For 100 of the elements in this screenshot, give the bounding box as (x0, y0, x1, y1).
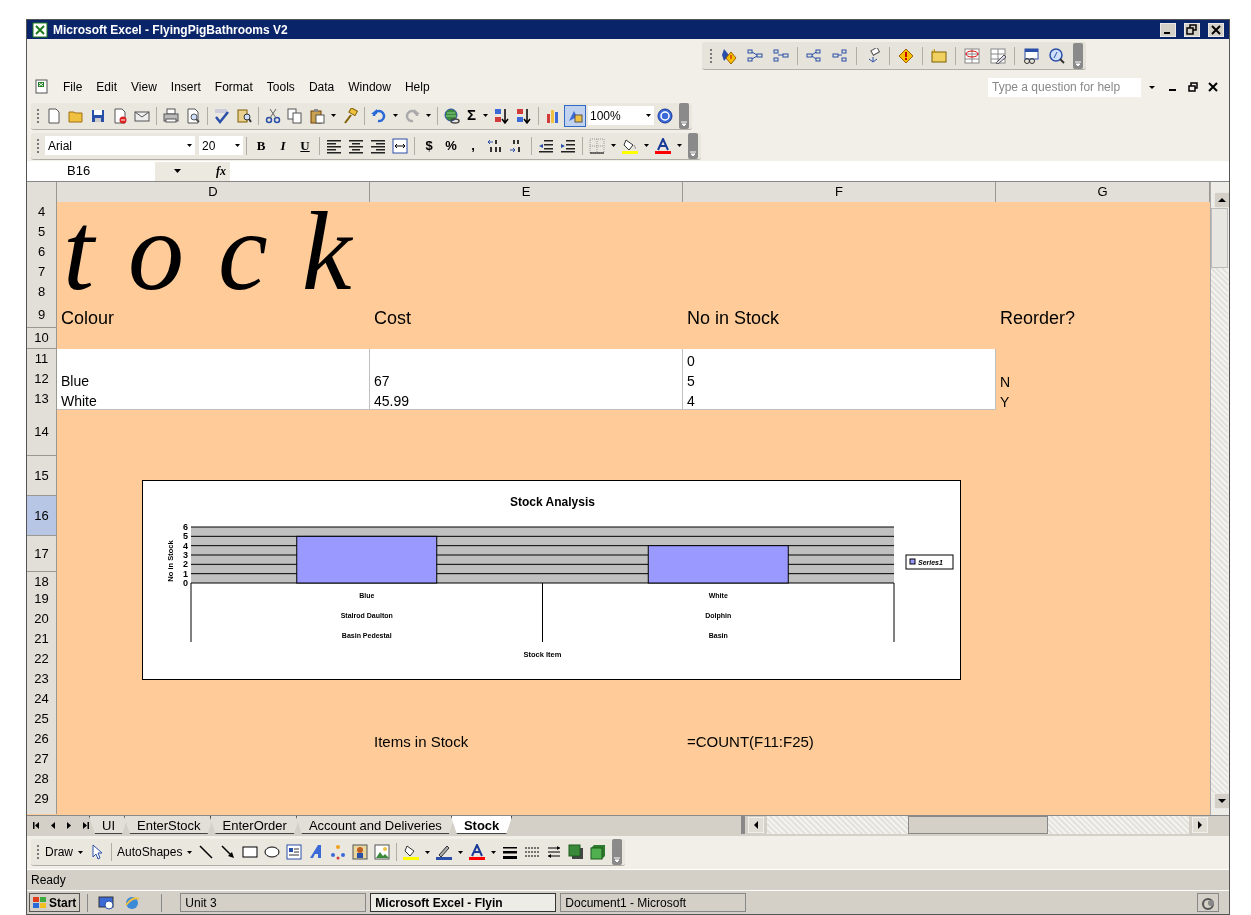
permission-icon[interactable] (112, 107, 128, 124)
sort-ascending-icon[interactable] (494, 107, 510, 124)
caret-icon[interactable] (174, 169, 181, 173)
row-header[interactable]: 23 (27, 669, 57, 690)
fill-color-icon[interactable] (622, 137, 638, 154)
caret-icon[interactable] (187, 144, 192, 147)
fill-color-icon[interactable] (403, 844, 420, 860)
underline-button[interactable]: U (294, 134, 316, 157)
line-icon[interactable] (198, 844, 215, 860)
error-check-icon[interactable] (721, 47, 737, 64)
caret-icon[interactable] (393, 114, 398, 117)
menu-item[interactable]: Insert (163, 77, 208, 97)
trace-error-icon[interactable] (898, 47, 914, 64)
research-icon[interactable] (236, 107, 252, 124)
picture-icon[interactable] (374, 844, 391, 860)
trace-dependents-icon[interactable] (806, 47, 822, 64)
currency-button[interactable]: $ (418, 134, 440, 157)
row-header[interactable]: 16 (27, 496, 57, 536)
menu-item[interactable]: Format (207, 77, 260, 97)
caret-icon[interactable] (677, 144, 682, 147)
row-header[interactable]: 15 (27, 456, 57, 496)
start-button[interactable]: Start (29, 893, 81, 912)
row-header[interactable]: 10 (27, 328, 57, 349)
select-pointer-icon[interactable] (89, 844, 105, 860)
hyperlink-icon[interactable] (444, 107, 460, 124)
trace-precedents-icon[interactable] (747, 47, 763, 64)
menu-item[interactable]: Help (397, 77, 437, 97)
menu-item[interactable]: Data (301, 77, 342, 97)
last-sheet-icon[interactable] (80, 819, 90, 831)
column-header[interactable]: E (370, 182, 683, 202)
row-header[interactable]: 9 (27, 302, 57, 328)
row-header[interactable]: 4 (27, 202, 57, 223)
merge-center-icon[interactable] (392, 137, 408, 154)
first-sheet-icon[interactable] (32, 819, 42, 831)
text-box-icon[interactable] (286, 844, 303, 860)
chart-wizard-icon[interactable] (545, 107, 561, 124)
row-header[interactable]: 22 (27, 649, 57, 670)
decrease-indent-icon[interactable] (538, 137, 554, 154)
increase-decimal-icon[interactable] (487, 137, 503, 154)
toolbar-options-icon[interactable] (1073, 42, 1083, 69)
scroll-down-icon[interactable] (1214, 793, 1229, 809)
scroll-left-icon[interactable] (748, 817, 764, 833)
desktop-icon[interactable] (98, 894, 115, 911)
column-header[interactable]: F (683, 182, 996, 202)
font-color-icon[interactable] (655, 137, 671, 154)
horizontal-scroll-thumb[interactable] (908, 816, 1048, 834)
row-header[interactable]: 25 (27, 709, 57, 730)
print-icon[interactable] (163, 107, 179, 124)
caret-icon[interactable] (235, 144, 240, 147)
cut-icon[interactable] (265, 107, 281, 124)
sum-button[interactable]: Σ (463, 104, 480, 127)
scroll-up-icon[interactable] (1214, 192, 1229, 208)
row-header[interactable]: 6 (27, 242, 57, 263)
row-header[interactable]: 8 (27, 282, 57, 303)
minimize-icon[interactable] (1160, 22, 1176, 37)
grip-handle[interactable] (36, 844, 40, 860)
percent-button[interactable]: % (440, 134, 462, 157)
align-center-icon[interactable] (348, 137, 364, 154)
workbook-icon[interactable] (34, 79, 50, 95)
font-size-field[interactable]: 20 (199, 136, 243, 155)
help-search-field[interactable]: Type a question for help (988, 77, 1141, 97)
circle-data-icon[interactable] (964, 47, 980, 64)
align-right-icon[interactable] (370, 137, 386, 154)
function-button[interactable]: fx (200, 161, 230, 181)
save-icon[interactable] (90, 107, 106, 124)
caret-icon[interactable] (331, 114, 336, 117)
caret-icon[interactable] (426, 114, 431, 117)
clip-art-icon[interactable] (352, 844, 369, 860)
comma-button[interactable]: , (462, 134, 484, 157)
row-header[interactable]: 13 (27, 389, 57, 410)
zoom-combo[interactable]: 100% (588, 106, 654, 125)
row-header[interactable]: 20 (27, 609, 57, 630)
diagram-icon[interactable] (330, 844, 347, 860)
row-header[interactable]: 14 (27, 409, 57, 456)
row-header[interactable]: 11 (27, 349, 57, 370)
sheet-tab[interactable]: Stock (450, 816, 513, 834)
row-header[interactable]: 7 (27, 262, 57, 283)
taskbar-button[interactable]: Unit 3 (180, 893, 367, 912)
row-header[interactable]: 21 (27, 629, 57, 650)
caret-icon[interactable] (646, 114, 651, 117)
caret-icon[interactable] (425, 850, 431, 854)
autoshapes-menu-button[interactable]: AutoShapes (115, 843, 185, 861)
next-sheet-icon[interactable] (64, 819, 74, 831)
caret-icon[interactable] (483, 114, 488, 117)
row-header[interactable]: 27 (27, 749, 57, 770)
italic-button[interactable]: I (272, 134, 294, 157)
drawing-toggle-button[interactable] (564, 104, 586, 127)
caret-icon[interactable] (187, 850, 193, 854)
font-color-icon[interactable] (469, 844, 486, 860)
close-icon[interactable] (1208, 82, 1218, 92)
caret-icon[interactable] (644, 144, 649, 147)
three-d-icon[interactable] (590, 844, 607, 860)
font-name-field[interactable]: Arial (45, 136, 195, 155)
excel-logo-icon[interactable] (32, 21, 48, 38)
increase-indent-icon[interactable] (560, 137, 576, 154)
menu-item[interactable]: Edit (89, 77, 125, 97)
dash-style-icon[interactable] (524, 844, 541, 860)
menu-item[interactable]: File (56, 77, 90, 97)
undo-icon[interactable] (371, 107, 387, 124)
row-header[interactable]: 26 (27, 729, 57, 750)
